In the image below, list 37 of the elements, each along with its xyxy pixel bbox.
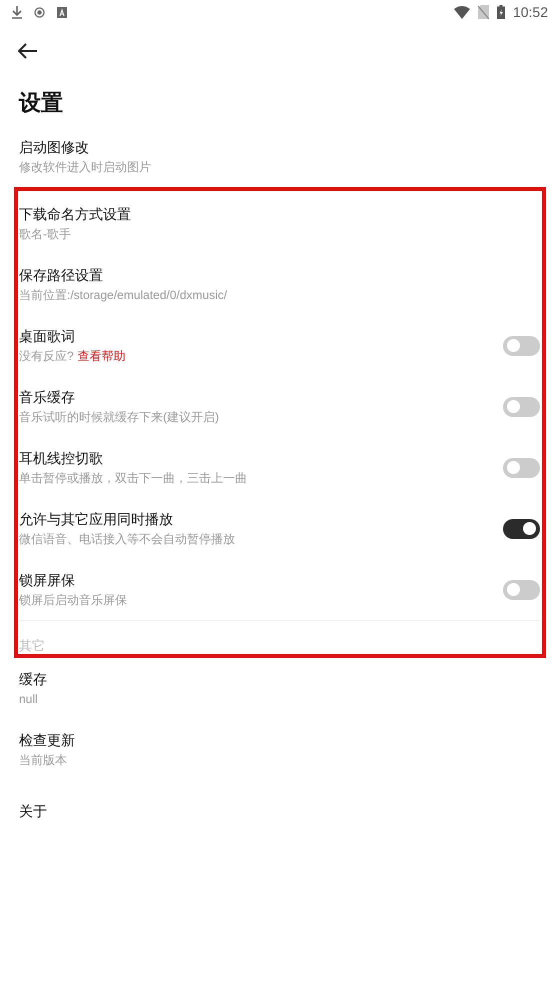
clock-time: 10:52 xyxy=(512,2,548,22)
no-sim-icon xyxy=(478,5,489,19)
setting-description: 音乐试听的时候就缓存下来(建议开启) xyxy=(19,410,219,425)
toggle-switch[interactable] xyxy=(503,396,540,416)
setting-description: 微信语音、电话接入等不会自动暂停播放 xyxy=(19,532,235,547)
setting-title[interactable]: 音乐缓存 xyxy=(19,388,219,406)
setting-description: null xyxy=(19,692,38,707)
back-arrow-icon[interactable] xyxy=(18,43,38,59)
setting-title[interactable]: 缓存 xyxy=(19,670,47,688)
page-title: 设置 xyxy=(19,88,63,116)
battery-icon xyxy=(496,5,505,19)
setting-title[interactable]: 关于 xyxy=(19,802,47,820)
toggle-switch[interactable] xyxy=(503,458,540,478)
toggle-switch[interactable] xyxy=(503,580,540,600)
setting-description: 当前位置:/storage/emulated/0/dxmusic/ xyxy=(19,288,228,303)
toggle-switch[interactable] xyxy=(503,336,540,356)
letter-square-icon xyxy=(57,6,67,18)
setting-title[interactable]: 允许与其它应用同时播放 xyxy=(19,510,235,528)
setting-title[interactable]: 检查更新 xyxy=(19,731,75,749)
help-link[interactable]: 查看帮助 xyxy=(78,349,126,364)
setting-title[interactable]: 耳机线控切歌 xyxy=(19,449,247,467)
setting-description: 修改软件进入时启动图片 xyxy=(19,160,151,175)
setting-description: 锁屏后启动音乐屏保 xyxy=(19,593,127,608)
toggle-switch[interactable] xyxy=(503,518,540,538)
wifi-icon xyxy=(454,6,470,18)
section-header: 其它 xyxy=(19,639,45,652)
setting-title[interactable]: 下载命名方式设置 xyxy=(19,205,131,223)
setting-description: 单击暂停或播放，双击下一曲，三击上一曲 xyxy=(19,471,247,486)
setting-title[interactable]: 启动图修改 xyxy=(19,138,151,156)
setting-description: 没有反应? xyxy=(19,349,74,364)
setting-title[interactable]: 锁屏屏保 xyxy=(19,571,127,589)
setting-description: 当前版本 xyxy=(19,753,67,768)
download-icon xyxy=(12,6,22,18)
record-icon xyxy=(34,6,45,18)
setting-description: 歌名-歌手 xyxy=(19,227,71,242)
setting-title[interactable]: 桌面歌词 xyxy=(19,327,126,345)
setting-title[interactable]: 保存路径设置 xyxy=(19,266,228,284)
